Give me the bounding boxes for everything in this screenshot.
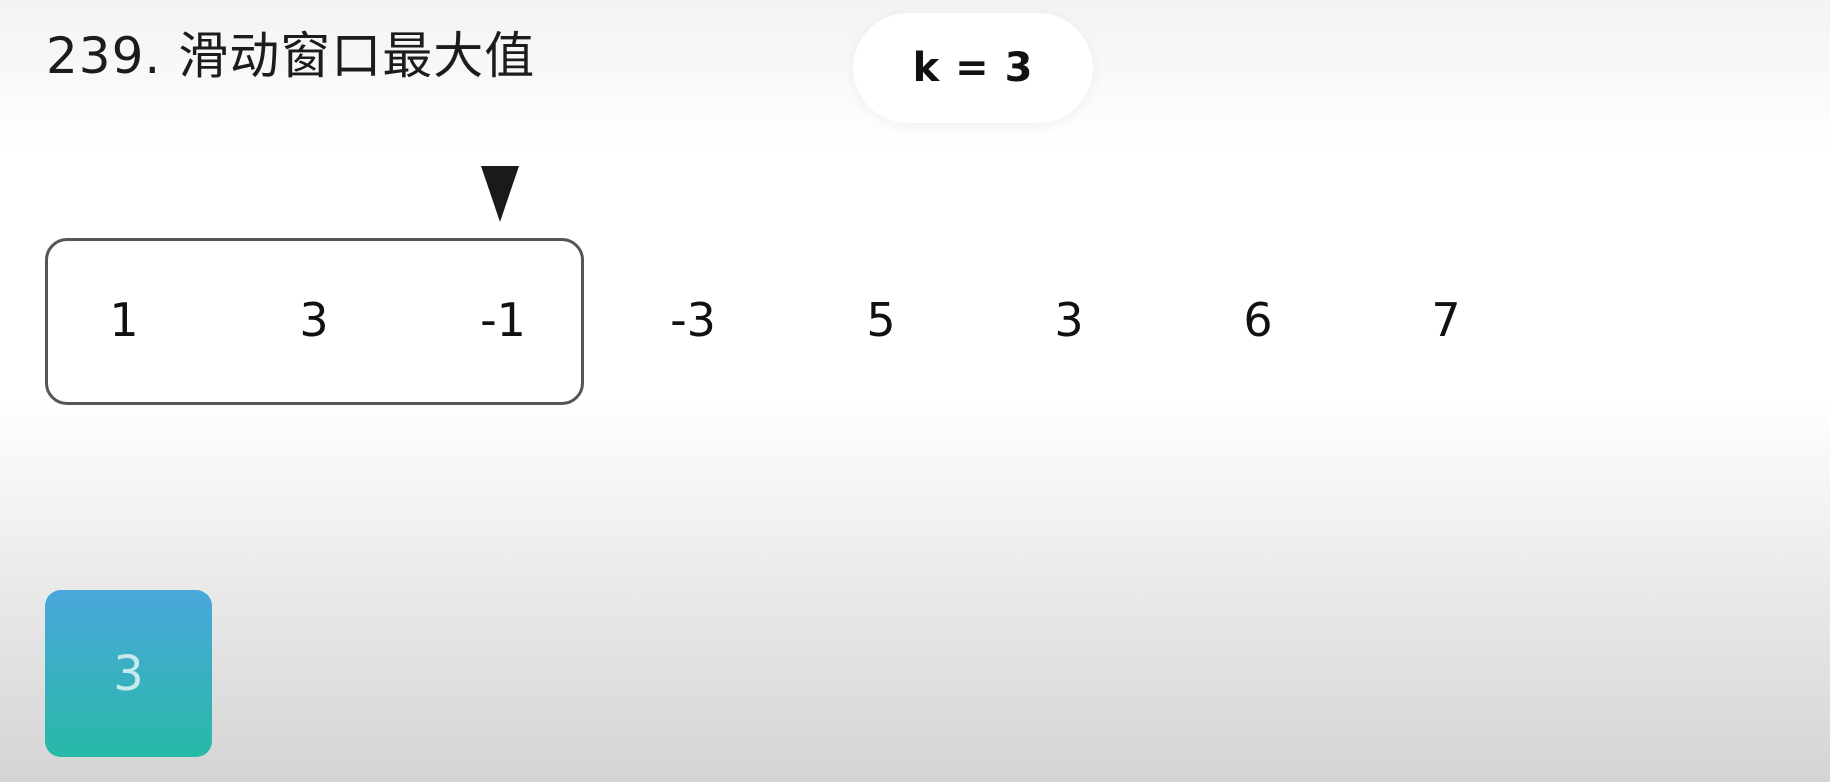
k-value-badge: k = 3 xyxy=(853,13,1093,123)
array-element: 3 xyxy=(299,293,329,347)
array-element: -1 xyxy=(480,293,526,347)
current-index-pointer-icon xyxy=(481,166,519,222)
page-title: 239. 滑动窗口最大值 xyxy=(46,27,536,85)
array-element: 5 xyxy=(866,293,896,347)
array-element: 7 xyxy=(1431,293,1461,347)
array-element: -3 xyxy=(670,293,716,347)
array-element: 3 xyxy=(1054,293,1084,347)
array-element: 1 xyxy=(109,293,139,347)
deque-item: 3 xyxy=(45,590,212,757)
array-element: 6 xyxy=(1243,293,1273,347)
